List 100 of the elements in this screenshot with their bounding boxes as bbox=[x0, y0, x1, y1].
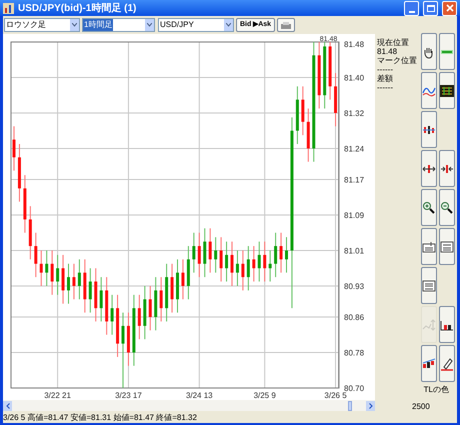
tool-button[interactable] bbox=[439, 228, 455, 265]
candle bbox=[246, 246, 250, 291]
candle bbox=[220, 236, 223, 282]
candle bbox=[88, 268, 92, 314]
tool-button[interactable] bbox=[421, 228, 437, 265]
candle bbox=[274, 232, 278, 278]
chevron-right-icon bbox=[368, 402, 372, 408]
info-text: ------ bbox=[377, 65, 394, 74]
axis-label: 81.24 bbox=[344, 144, 364, 154]
close-icon bbox=[446, 4, 454, 12]
candle bbox=[34, 232, 38, 278]
candle bbox=[258, 241, 261, 282]
candle bbox=[268, 250, 272, 282]
window-title: USD/JPY(bid)-1時間足 (1) bbox=[18, 2, 138, 16]
axis-label: 81.40 bbox=[344, 73, 364, 82]
candle bbox=[236, 250, 239, 286]
info-text: 差額 bbox=[377, 74, 394, 83]
candle bbox=[62, 254, 65, 304]
app-icon bbox=[3, 2, 14, 14]
tool-button[interactable] bbox=[439, 345, 455, 382]
candle bbox=[116, 294, 120, 358]
candle bbox=[323, 42, 326, 110]
candle bbox=[192, 232, 196, 274]
candle bbox=[50, 250, 54, 296]
candle bbox=[252, 246, 256, 282]
fix-icon bbox=[440, 240, 454, 254]
candle bbox=[241, 250, 244, 291]
candle bbox=[165, 263, 168, 322]
axis-label: 81.09 bbox=[344, 211, 364, 220]
candle bbox=[18, 144, 21, 202]
candle bbox=[176, 258, 179, 314]
info-text: マーク位置 bbox=[377, 56, 418, 65]
axis-label: 3/22 21 bbox=[44, 391, 71, 400]
scroll-left-button[interactable] bbox=[3, 400, 12, 410]
axis-label: 80.78 bbox=[344, 348, 364, 358]
candle bbox=[138, 294, 141, 340]
grid-chart-icon bbox=[440, 84, 454, 98]
candle bbox=[67, 263, 70, 304]
candle bbox=[28, 206, 32, 260]
info-text: 81.48 bbox=[377, 47, 398, 56]
minimize-button[interactable] bbox=[404, 0, 419, 16]
candle bbox=[225, 241, 228, 282]
scale-icon bbox=[422, 318, 436, 332]
axis-label: 3/24 13 bbox=[186, 391, 213, 400]
fix-icon bbox=[422, 240, 436, 254]
candle bbox=[285, 236, 288, 274]
zoom-out-icon bbox=[440, 200, 454, 214]
candle bbox=[318, 42, 321, 110]
caret-icon bbox=[70, 19, 79, 31]
candle bbox=[45, 250, 48, 286]
candle bbox=[40, 250, 43, 286]
printer-icon bbox=[281, 22, 292, 28]
candle bbox=[334, 72, 338, 127]
candle bbox=[296, 86, 299, 145]
horizontal-scrollbar[interactable] bbox=[3, 400, 375, 411]
tool-button[interactable] bbox=[421, 33, 437, 70]
candle bbox=[328, 42, 332, 100]
tool-button[interactable] bbox=[439, 306, 455, 343]
candle bbox=[154, 276, 158, 331]
tool-button[interactable] bbox=[439, 150, 455, 187]
status-text: 3/26 5 高値=81.47 安値=81.31 始値=81.47 終値=81.32 bbox=[3, 413, 198, 423]
info-text: ------ bbox=[377, 83, 394, 92]
candle bbox=[208, 228, 212, 274]
tool-button[interactable] bbox=[421, 150, 437, 187]
candle bbox=[263, 241, 266, 282]
candle bbox=[72, 263, 76, 300]
scroll-right-button[interactable] bbox=[366, 400, 375, 410]
info-text: 現在位置 bbox=[377, 38, 410, 47]
dropdown[interactable]: 1時間足 bbox=[82, 18, 155, 32]
close-button[interactable] bbox=[442, 0, 457, 16]
axis-label: 81.32 bbox=[344, 108, 364, 118]
tool-button[interactable] bbox=[421, 345, 437, 382]
zoom-in-icon bbox=[422, 200, 436, 214]
candle bbox=[301, 86, 304, 136]
axis-label: 3/23 17 bbox=[115, 391, 142, 400]
candle bbox=[100, 276, 103, 322]
tool-button[interactable] bbox=[421, 267, 437, 304]
trend-candles-icon bbox=[422, 356, 436, 370]
axis-label: 3/25 9 bbox=[254, 391, 276, 400]
candle bbox=[23, 174, 26, 234]
tool-button[interactable] bbox=[421, 111, 437, 148]
candle bbox=[126, 312, 130, 366]
tool-button[interactable] bbox=[439, 72, 455, 109]
maximize-button[interactable] bbox=[423, 0, 438, 16]
candle bbox=[143, 285, 146, 340]
count-value: 2500 bbox=[411, 401, 431, 413]
candle bbox=[181, 258, 184, 300]
candle bbox=[110, 294, 114, 336]
axis-label: 3/26 5 bbox=[324, 391, 347, 400]
caret-icon bbox=[145, 19, 154, 31]
axis-label: 81.48 bbox=[344, 40, 364, 49]
candle bbox=[160, 276, 163, 322]
scroll-thumb[interactable] bbox=[348, 400, 352, 410]
candle bbox=[148, 285, 152, 331]
dropdown[interactable]: USD/JPY bbox=[158, 18, 234, 32]
print-button[interactable] bbox=[277, 18, 296, 32]
dropdown[interactable]: ロウソク足 bbox=[4, 18, 80, 32]
candle bbox=[306, 108, 310, 162]
fix-icon bbox=[422, 278, 436, 292]
caret-icon bbox=[224, 19, 233, 31]
